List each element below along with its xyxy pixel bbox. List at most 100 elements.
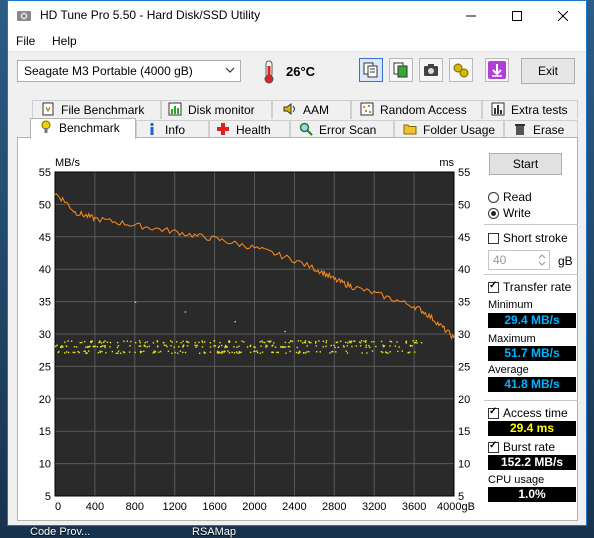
transfer-rate-box[interactable] — [488, 280, 499, 293]
chart-x-tick-label: 1200 — [162, 501, 186, 513]
spinner-arrows-icon[interactable] — [537, 252, 547, 268]
chart-access-time-point — [254, 350, 256, 352]
desktop-label-rsamap[interactable]: RSAMap — [192, 526, 236, 538]
chart-access-time-point — [300, 340, 302, 342]
short-stroke-checkbox[interactable]: Short stroke — [488, 231, 568, 245]
chart-access-time-point — [298, 352, 300, 354]
minimize-icon — [466, 15, 476, 17]
chart-y-tick-label-right: 15 — [458, 426, 470, 438]
chart-access-time-point — [238, 345, 240, 347]
chart-access-time-point — [325, 341, 327, 344]
options-button[interactable] — [449, 58, 473, 82]
chart-access-time-point — [231, 351, 233, 354]
chart-access-time-point — [100, 342, 103, 344]
chart-access-time-point — [104, 340, 106, 342]
read-radio-circle[interactable] — [488, 192, 499, 203]
chart-access-time-point — [182, 345, 184, 347]
menu-file[interactable]: File — [16, 34, 35, 48]
access-time-box[interactable] — [488, 406, 499, 419]
chart-access-time-point — [256, 350, 258, 352]
health-cross-icon — [217, 123, 229, 135]
minimize-button[interactable] — [448, 1, 494, 31]
speaker-icon — [283, 103, 295, 115]
tab-random-access[interactable]: Random Access — [351, 100, 482, 119]
title-bar[interactable]: HD Tune Pro 5.50 - Hard Disk/SSD Utility — [8, 1, 586, 31]
burst-rate-box[interactable] — [488, 440, 499, 453]
chart-access-time-point — [382, 344, 384, 347]
chart-access-time-point — [100, 346, 102, 348]
chart-access-time-point — [420, 342, 423, 344]
write-radio[interactable]: Write — [488, 206, 531, 220]
tab-benchmark[interactable]: Benchmark — [30, 118, 136, 139]
start-button[interactable]: Start — [489, 153, 562, 175]
chart-y-tick-label-left: 45 — [39, 232, 51, 244]
chart-y-tick-label-right: 20 — [458, 394, 470, 406]
chart-access-time-point — [267, 340, 269, 342]
short-stroke-input[interactable]: 40 — [488, 250, 550, 270]
chart-access-time-point — [170, 344, 172, 347]
chart-access-time-point — [398, 346, 400, 348]
tab-disk-monitor[interactable]: Disk monitor — [161, 100, 272, 119]
chart-access-time-point — [401, 350, 404, 352]
menu-help[interactable]: Help — [52, 34, 77, 48]
chart-x-tick-label: 2400 — [282, 501, 306, 513]
camera-button[interactable] — [419, 58, 443, 82]
drive-select[interactable]: Seagate M3 Portable (4000 gB) — [17, 60, 241, 82]
chart-access-time-point — [359, 345, 362, 347]
burst-rate-value: 152.2 MB/s — [488, 455, 576, 470]
chart-access-time-point — [91, 340, 93, 342]
chart-access-time-point — [156, 345, 159, 347]
copy-text-button[interactable] — [359, 58, 383, 82]
chart-access-time-point — [56, 344, 58, 346]
exit-button[interactable]: Exit — [521, 58, 575, 84]
chart-x-tick-label: 400 — [86, 501, 104, 513]
chart-access-time-point — [337, 346, 340, 349]
chart-access-time-point — [169, 340, 172, 342]
desktop-label-code[interactable]: Code Prov... — [30, 526, 90, 538]
chart-access-time-point — [371, 350, 374, 352]
benchmark-panel: 0 400 800 1200 1600 2000 2400 2800 3200 3600 4000g… — [17, 137, 578, 521]
chart-access-time-point — [345, 350, 347, 352]
chart-access-time-point — [146, 346, 148, 348]
short-stroke-box[interactable] — [488, 233, 499, 244]
close-button[interactable] — [540, 1, 586, 31]
chart-access-time-point — [140, 350, 143, 353]
chart-access-time-point — [144, 341, 146, 344]
read-radio[interactable]: Read — [488, 190, 532, 204]
save-download-button[interactable] — [485, 58, 509, 82]
chart-access-time-point — [301, 342, 304, 344]
maximize-button[interactable] — [494, 1, 540, 31]
burst-rate-checkbox[interactable]: Burst rate — [488, 440, 555, 454]
chart-access-time-point — [405, 342, 408, 344]
write-radio-circle[interactable] — [488, 208, 499, 219]
chart-access-time-point — [152, 352, 154, 354]
tab-file-benchmark[interactable]: File Benchmark — [32, 100, 161, 119]
chart-access-time-point — [221, 344, 223, 347]
file-benchmark-icon — [42, 102, 54, 116]
chart-access-time-point — [213, 345, 215, 347]
chart-access-time-point — [346, 352, 349, 354]
chart-access-time-point — [158, 351, 160, 353]
access-time-checkbox[interactable]: Access time — [488, 406, 568, 420]
chart-y-tick-label-left: 25 — [39, 361, 51, 373]
chevron-down-icon — [225, 67, 235, 73]
chart-x-tick-label: 4000gB — [437, 501, 475, 513]
copy-screenshot-button[interactable] — [389, 58, 413, 82]
chart-access-time-point — [319, 351, 322, 353]
chart-access-time-point — [269, 341, 271, 343]
chart-access-time-point — [238, 351, 241, 353]
chart-access-time-point — [389, 340, 391, 343]
tab-aam[interactable]: AAM — [272, 100, 351, 119]
tab-label: Extra tests — [511, 103, 568, 117]
chart-access-time-point — [67, 340, 69, 342]
transfer-rate-checkbox[interactable]: Transfer rate — [488, 280, 571, 294]
chart-access-time-point — [365, 346, 367, 348]
hd-tune-window: HD Tune Pro 5.50 - Hard Disk/SSD Utility… — [7, 0, 587, 526]
chart-access-time-point — [353, 340, 355, 342]
chart-access-time-point — [306, 345, 308, 347]
chart-access-time-point — [109, 346, 111, 348]
chart-access-time-point — [165, 344, 167, 347]
write-label: Write — [503, 206, 531, 220]
chart-access-time-point — [273, 342, 275, 344]
tab-extra-tests[interactable]: Extra tests — [482, 100, 578, 119]
